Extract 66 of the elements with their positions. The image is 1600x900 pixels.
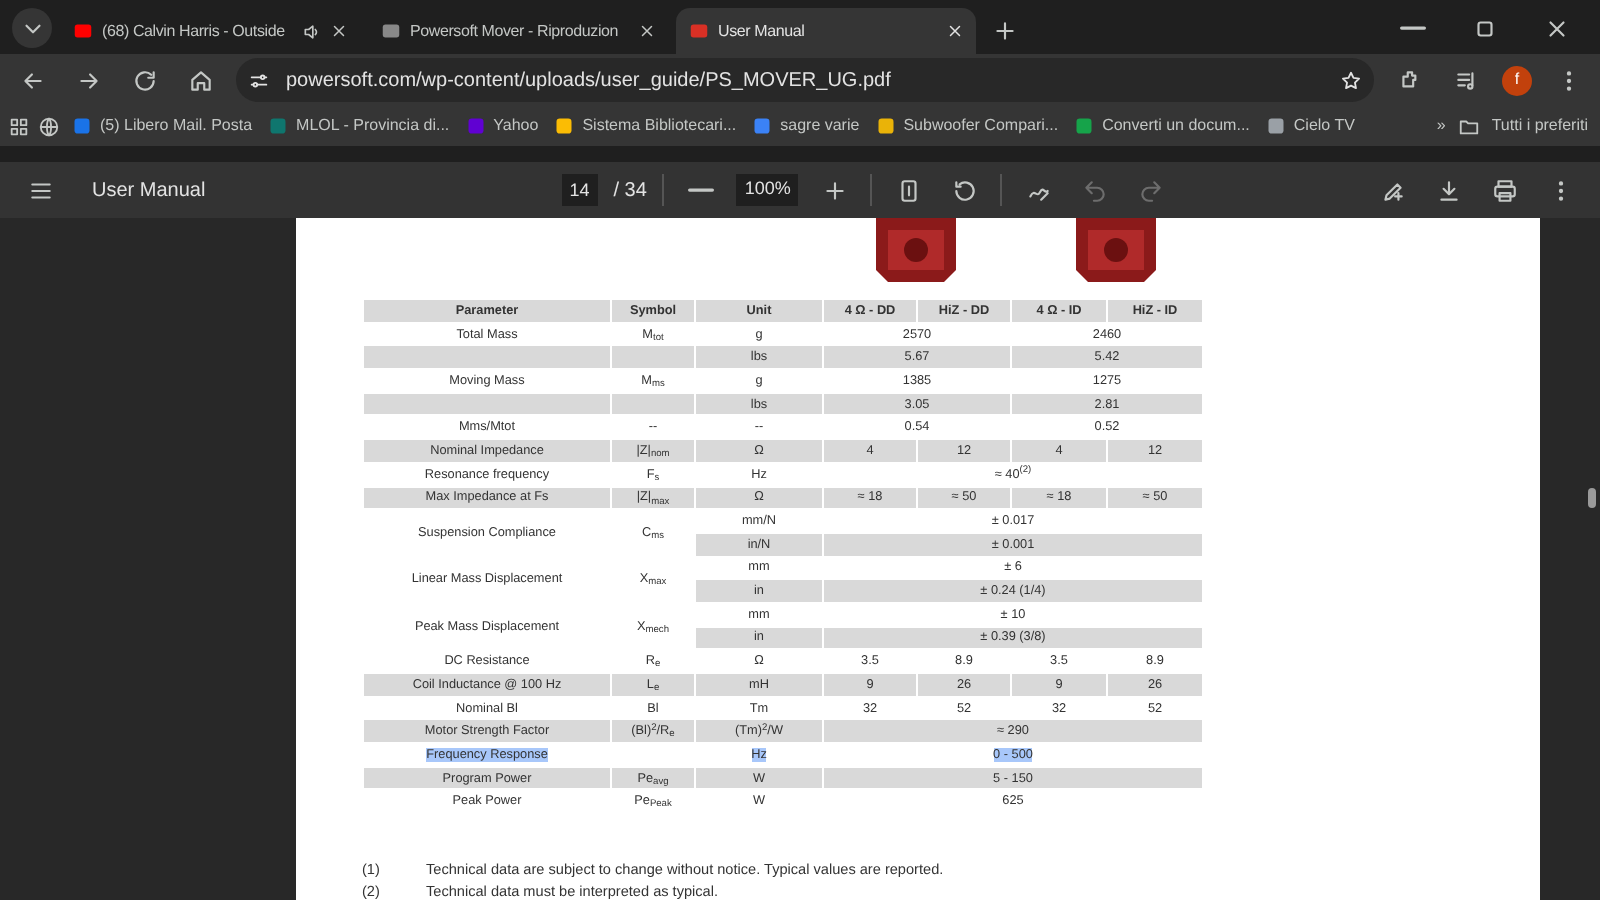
tab-title: (68) Calvin Harris - Outside xyxy=(102,19,287,43)
favicon-icon xyxy=(1074,116,1095,136)
home-icon xyxy=(187,67,213,93)
url-text: powersoft.com/wp-content/uploads/user_guide/PS_MOVER_UG.pdf xyxy=(286,67,893,95)
address-field[interactable]: powersoft.com/wp-content/uploads/user_guide/PS_MOVER_UG.pdf xyxy=(236,58,1374,102)
favicon-icon xyxy=(380,20,402,42)
playlist-icon xyxy=(1453,67,1479,93)
pen-icon xyxy=(1379,177,1405,203)
page-number-field[interactable]: 14 xyxy=(561,174,598,206)
close-icon[interactable] xyxy=(330,22,348,40)
arrow-right-icon xyxy=(75,67,101,93)
profile-avatar[interactable]: f xyxy=(1502,65,1532,95)
close-icon[interactable] xyxy=(638,22,656,40)
bookmark-link[interactable]: Cielo TV xyxy=(1293,114,1355,138)
redo-icon xyxy=(1137,177,1164,203)
page-icon xyxy=(895,177,922,203)
rotate-icon xyxy=(951,177,978,203)
tune-icon[interactable] xyxy=(248,69,270,91)
globe-icon[interactable] xyxy=(38,115,60,137)
minus-icon xyxy=(687,188,714,192)
speaker-icon[interactable] xyxy=(302,21,322,41)
favicon-icon xyxy=(268,116,289,136)
minus-icon xyxy=(1399,26,1425,30)
bookmark-link[interactable]: Subwoofer Compari... xyxy=(903,114,1059,138)
favicon-icon xyxy=(554,116,575,136)
tab-title: Powersoft Mover - Riproduzion xyxy=(410,19,621,43)
favicon-icon xyxy=(875,116,896,136)
favicon-icon xyxy=(465,116,486,136)
browser-tab[interactable]: Powersoft Mover - Riproduzion xyxy=(368,8,668,54)
favicon-icon xyxy=(1265,116,1286,136)
square-icon xyxy=(1471,15,1497,41)
close-icon xyxy=(1543,15,1569,41)
bookmark-link[interactable]: MLOL - Provincia di... xyxy=(296,114,450,138)
document-title: User Manual xyxy=(92,177,206,205)
favicon-icon xyxy=(72,20,94,42)
download-icon xyxy=(1435,177,1461,203)
undo-icon xyxy=(1081,177,1108,203)
bookmark-link[interactable]: Sistema Bibliotecari... xyxy=(582,114,737,138)
arrow-left-icon xyxy=(19,67,45,93)
browser-tab[interactable]: User Manual xyxy=(676,8,976,54)
zoom-level[interactable]: 100% xyxy=(736,174,799,206)
apps-icon[interactable] xyxy=(8,115,30,137)
bookmark-link[interactable]: Yahoo xyxy=(493,114,539,138)
plus-icon xyxy=(991,17,1017,43)
browser-tab[interactable]: (68) Calvin Harris - Outside xyxy=(60,8,360,54)
bookmark-link[interactable]: Converti un docum... xyxy=(1102,114,1250,138)
favicon-icon xyxy=(688,20,710,42)
close-icon[interactable] xyxy=(946,22,964,40)
speaker-drawing xyxy=(872,218,960,282)
star-icon[interactable] xyxy=(1340,69,1362,91)
reload-icon xyxy=(131,67,157,93)
favicon-icon xyxy=(72,116,92,136)
folder-icon[interactable] xyxy=(1457,115,1480,137)
scrollbar-thumb[interactable] xyxy=(1588,488,1596,508)
printer-icon xyxy=(1491,177,1517,203)
bookmark-link[interactable]: (5) Libero Mail. Posta xyxy=(100,114,253,138)
tab-title: User Manual xyxy=(718,19,807,43)
plus-icon xyxy=(821,177,848,203)
bookmark-folder[interactable]: Tutti i preferiti xyxy=(1487,114,1592,138)
tab-list-button[interactable] xyxy=(12,8,52,48)
page-count: / 34 xyxy=(613,177,647,205)
menu-icon xyxy=(27,177,53,203)
bookmark-link[interactable]: sagre varie xyxy=(780,114,860,138)
speaker-drawing xyxy=(1072,218,1160,282)
favicon-icon xyxy=(752,116,773,136)
more-bookmarks-button[interactable]: » xyxy=(1432,114,1450,138)
